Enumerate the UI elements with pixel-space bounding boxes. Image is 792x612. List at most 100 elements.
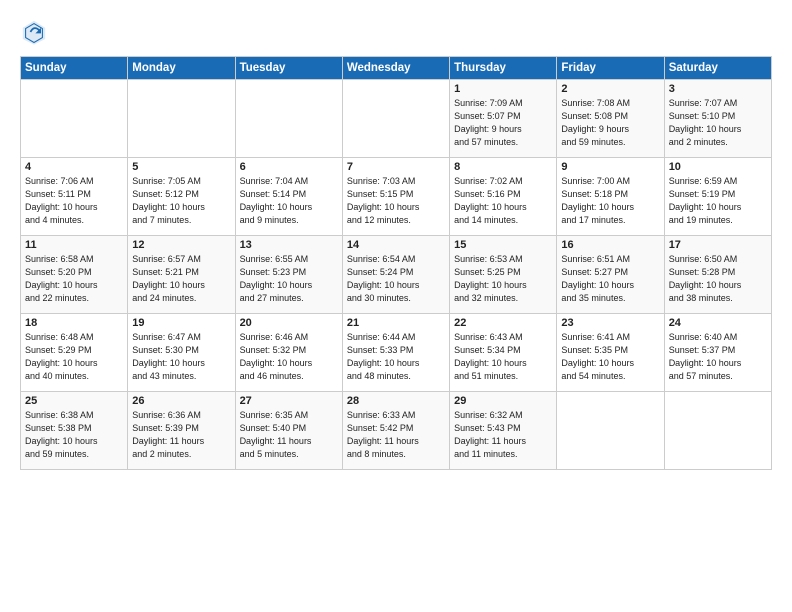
day-number: 20	[240, 317, 338, 329]
calendar-cell: 18 Sunrise: 6:48 AM Sunset: 5:29 PM Dayli…	[21, 314, 128, 392]
cell-info: Sunrise: 6:44 AM Sunset: 5:33 PM Dayligh…	[347, 331, 445, 383]
calendar-cell: 25Sunrise: 6:38 AM Sunset: 5:38 PM Dayli…	[21, 392, 128, 470]
calendar-cell: 11 Sunrise: 6:58 AM Sunset: 5:20 PM Dayli…	[21, 236, 128, 314]
calendar-cell: 12 Sunrise: 6:57 AM Sunset: 5:21 PM Dayli…	[128, 236, 235, 314]
day-number: 4	[25, 161, 123, 173]
day-header-sunday: Sunday	[21, 57, 128, 80]
calendar-cell: 10 Sunrise: 6:59 AM Sunset: 5:19 PM Dayli…	[664, 158, 771, 236]
calendar-cell: 6 Sunrise: 7:04 AM Sunset: 5:14 PM Daylig…	[235, 158, 342, 236]
calendar-cell: 23 Sunrise: 6:41 AM Sunset: 5:35 PM Dayli…	[557, 314, 664, 392]
calendar-cell	[664, 392, 771, 470]
calendar-cell: 5 Sunrise: 7:05 AM Sunset: 5:12 PM Daylig…	[128, 158, 235, 236]
header	[20, 18, 772, 46]
day-number: 7	[347, 161, 445, 173]
cell-info: Sunrise: 6:58 AM Sunset: 5:20 PM Dayligh…	[25, 253, 123, 305]
calendar-cell	[342, 80, 449, 158]
cell-info: Sunrise: 6:54 AM Sunset: 5:24 PM Dayligh…	[347, 253, 445, 305]
day-number: 5	[132, 161, 230, 173]
calendar-cell: 26 Sunrise: 6:36 AM Sunset: 5:39 PM Dayli…	[128, 392, 235, 470]
calendar-cell	[21, 80, 128, 158]
cell-info: Sunrise: 7:04 AM Sunset: 5:14 PM Dayligh…	[240, 175, 338, 227]
cell-info: Sunrise: 7:02 AM Sunset: 5:16 PM Dayligh…	[454, 175, 552, 227]
day-number: 23	[561, 317, 659, 329]
calendar-cell: 1Sunrise: 7:09 AM Sunset: 5:07 PM Daylig…	[450, 80, 557, 158]
calendar-cell: 4 Sunrise: 7:06 AM Sunset: 5:11 PM Daylig…	[21, 158, 128, 236]
day-number: 25	[25, 395, 123, 407]
calendar-cell: 29 Sunrise: 6:32 AM Sunset: 5:43 PM Dayli…	[450, 392, 557, 470]
day-number: 12	[132, 239, 230, 251]
day-number: 27	[240, 395, 338, 407]
calendar-week-3: 18 Sunrise: 6:48 AM Sunset: 5:29 PM Dayli…	[21, 314, 772, 392]
cell-info: Sunrise: 6:32 AM Sunset: 5:43 PM Dayligh…	[454, 409, 552, 461]
cell-info: Sunrise: 6:59 AM Sunset: 5:19 PM Dayligh…	[669, 175, 767, 227]
day-number: 9	[561, 161, 659, 173]
calendar-cell: 15 Sunrise: 6:53 AM Sunset: 5:25 PM Dayli…	[450, 236, 557, 314]
calendar-cell: 27 Sunrise: 6:35 AM Sunset: 5:40 PM Dayli…	[235, 392, 342, 470]
calendar-cell: 8 Sunrise: 7:02 AM Sunset: 5:16 PM Daylig…	[450, 158, 557, 236]
day-header-monday: Monday	[128, 57, 235, 80]
cell-info: Sunrise: 6:43 AM Sunset: 5:34 PM Dayligh…	[454, 331, 552, 383]
cell-info: Sunrise: 6:35 AM Sunset: 5:40 PM Dayligh…	[240, 409, 338, 461]
day-number: 29	[454, 395, 552, 407]
day-number: 22	[454, 317, 552, 329]
cell-info: Sunrise: 6:57 AM Sunset: 5:21 PM Dayligh…	[132, 253, 230, 305]
day-number: 11	[25, 239, 123, 251]
cell-info: Sunrise: 6:47 AM Sunset: 5:30 PM Dayligh…	[132, 331, 230, 383]
cell-info: Sunrise: 7:03 AM Sunset: 5:15 PM Dayligh…	[347, 175, 445, 227]
day-number: 21	[347, 317, 445, 329]
cell-info: Sunrise: 7:00 AM Sunset: 5:18 PM Dayligh…	[561, 175, 659, 227]
cell-info: Sunrise: 6:55 AM Sunset: 5:23 PM Dayligh…	[240, 253, 338, 305]
calendar-table: SundayMondayTuesdayWednesdayThursdayFrid…	[20, 56, 772, 470]
cell-info: Sunrise: 6:50 AM Sunset: 5:28 PM Dayligh…	[669, 253, 767, 305]
logo-icon	[20, 18, 48, 46]
day-header-friday: Friday	[557, 57, 664, 80]
calendar-cell: 19 Sunrise: 6:47 AM Sunset: 5:30 PM Dayli…	[128, 314, 235, 392]
calendar-cell	[235, 80, 342, 158]
day-number: 28	[347, 395, 445, 407]
calendar-cell: 9 Sunrise: 7:00 AM Sunset: 5:18 PM Daylig…	[557, 158, 664, 236]
calendar-cell	[128, 80, 235, 158]
calendar-week-1: 4 Sunrise: 7:06 AM Sunset: 5:11 PM Daylig…	[21, 158, 772, 236]
day-number: 10	[669, 161, 767, 173]
calendar-week-4: 25Sunrise: 6:38 AM Sunset: 5:38 PM Dayli…	[21, 392, 772, 470]
cell-info: Sunrise: 6:36 AM Sunset: 5:39 PM Dayligh…	[132, 409, 230, 461]
calendar-cell: 7 Sunrise: 7:03 AM Sunset: 5:15 PM Daylig…	[342, 158, 449, 236]
day-header-tuesday: Tuesday	[235, 57, 342, 80]
day-number: 2	[561, 83, 659, 95]
day-number: 19	[132, 317, 230, 329]
cell-info: Sunrise: 6:53 AM Sunset: 5:25 PM Dayligh…	[454, 253, 552, 305]
calendar-cell: 28 Sunrise: 6:33 AM Sunset: 5:42 PM Dayli…	[342, 392, 449, 470]
cell-info: Sunrise: 7:09 AM Sunset: 5:07 PM Dayligh…	[454, 97, 552, 149]
calendar-cell: 20 Sunrise: 6:46 AM Sunset: 5:32 PM Dayli…	[235, 314, 342, 392]
day-number: 13	[240, 239, 338, 251]
calendar-header-row: SundayMondayTuesdayWednesdayThursdayFrid…	[21, 57, 772, 80]
cell-info: Sunrise: 7:06 AM Sunset: 5:11 PM Dayligh…	[25, 175, 123, 227]
calendar-week-0: 1Sunrise: 7:09 AM Sunset: 5:07 PM Daylig…	[21, 80, 772, 158]
day-number: 15	[454, 239, 552, 251]
cell-info: Sunrise: 6:48 AM Sunset: 5:29 PM Dayligh…	[25, 331, 123, 383]
calendar-cell: 24Sunrise: 6:40 AM Sunset: 5:37 PM Dayli…	[664, 314, 771, 392]
day-header-saturday: Saturday	[664, 57, 771, 80]
day-number: 14	[347, 239, 445, 251]
cell-info: Sunrise: 6:51 AM Sunset: 5:27 PM Dayligh…	[561, 253, 659, 305]
calendar-cell: 14 Sunrise: 6:54 AM Sunset: 5:24 PM Dayli…	[342, 236, 449, 314]
calendar-cell: 21 Sunrise: 6:44 AM Sunset: 5:33 PM Dayli…	[342, 314, 449, 392]
day-number: 18	[25, 317, 123, 329]
day-number: 26	[132, 395, 230, 407]
day-number: 3	[669, 83, 767, 95]
calendar-week-2: 11 Sunrise: 6:58 AM Sunset: 5:20 PM Dayli…	[21, 236, 772, 314]
cell-info: Sunrise: 6:46 AM Sunset: 5:32 PM Dayligh…	[240, 331, 338, 383]
cell-info: Sunrise: 6:33 AM Sunset: 5:42 PM Dayligh…	[347, 409, 445, 461]
cell-info: Sunrise: 6:41 AM Sunset: 5:35 PM Dayligh…	[561, 331, 659, 383]
cell-info: Sunrise: 7:05 AM Sunset: 5:12 PM Dayligh…	[132, 175, 230, 227]
day-number: 17	[669, 239, 767, 251]
day-number: 8	[454, 161, 552, 173]
calendar-cell	[557, 392, 664, 470]
calendar-cell: 13 Sunrise: 6:55 AM Sunset: 5:23 PM Dayli…	[235, 236, 342, 314]
cell-info: Sunrise: 7:07 AM Sunset: 5:10 PM Dayligh…	[669, 97, 767, 149]
day-number: 24	[669, 317, 767, 329]
calendar-cell: 16Sunrise: 6:51 AM Sunset: 5:27 PM Dayli…	[557, 236, 664, 314]
day-header-thursday: Thursday	[450, 57, 557, 80]
logo	[20, 18, 52, 46]
day-number: 6	[240, 161, 338, 173]
